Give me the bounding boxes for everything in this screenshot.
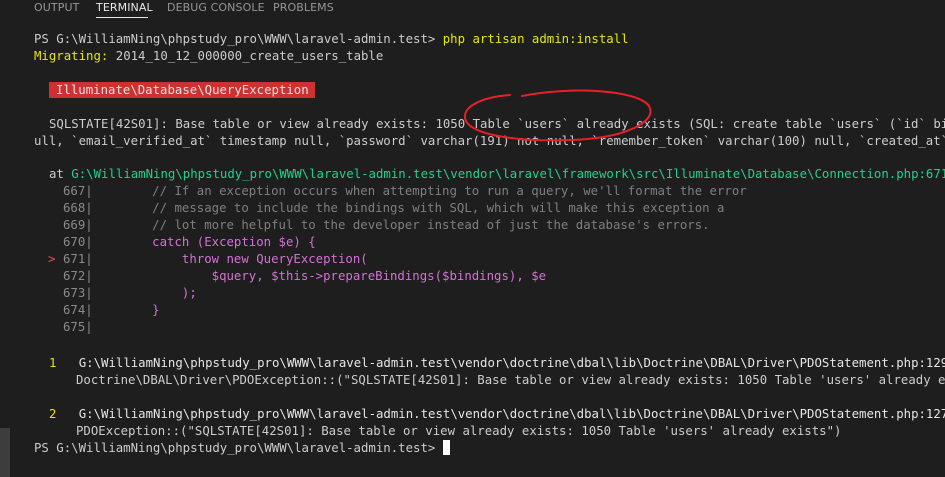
trace-frame-2: 2 G:\WilliamNing\phpstudy_pro\WWW\larave… bbox=[49, 406, 945, 423]
code-text: // message to include the bindings with … bbox=[92, 201, 725, 215]
panel-tab-bar: OUTPUT TERMINAL DEBUG CONSOLE PROBLEMS bbox=[0, 0, 945, 22]
code-line: 673| ); bbox=[48, 285, 197, 302]
line-number: 667 bbox=[63, 184, 86, 198]
trace-detail-2: PDOException::("SQLSTATE[42S01]: Base ta… bbox=[76, 424, 842, 438]
trace-path-link[interactable]: G:\WilliamNing\phpstudy_pro\WWW\laravel-… bbox=[79, 407, 945, 421]
code-text: } bbox=[92, 303, 160, 317]
code-line: 672| $query, $this->prepareBindings($bin… bbox=[48, 268, 546, 285]
line-number: 673 bbox=[63, 286, 86, 300]
at-path-link[interactable]: G:\WilliamNing\phpstudy_pro\WWW\laravel-… bbox=[71, 167, 945, 181]
line-number: 670 bbox=[63, 235, 86, 249]
trace-path-link[interactable]: G:\WilliamNing\phpstudy_pro\WWW\laravel-… bbox=[79, 356, 945, 370]
migrating-label: Migrating: bbox=[34, 49, 109, 63]
trace-frame-1: 1 G:\WilliamNing\phpstudy_pro\WWW\larave… bbox=[49, 355, 945, 372]
code-line: 669| // lot more helpful to the develope… bbox=[48, 217, 710, 234]
line-number: 671 bbox=[63, 252, 86, 266]
gutter-separator: | bbox=[85, 235, 93, 249]
migrating-line: Migrating: 2014_10_12_000000_create_user… bbox=[34, 48, 383, 65]
terminal-output[interactable]: PS G:\WilliamNing\phpstudy_pro\WWW\larav… bbox=[0, 22, 945, 477]
line-number: 675 bbox=[63, 320, 86, 334]
code-text: ); bbox=[92, 286, 197, 300]
final-prompt-line: PS G:\WilliamNing\phpstudy_pro\WWW\larav… bbox=[34, 440, 450, 457]
migrating-value: 2014_10_12_000000_create_users_table bbox=[108, 49, 384, 63]
stack-location: at G:\WilliamNing\phpstudy_pro\WWW\larav… bbox=[49, 166, 945, 183]
code-line: 668| // message to include the bindings … bbox=[48, 200, 724, 217]
prompt: PS G:\WilliamNing\phpstudy_pro\WWW\larav… bbox=[34, 32, 443, 46]
line-number: 668 bbox=[63, 201, 86, 215]
error-message-line-2: ull, `email_verified_at` timestamp null,… bbox=[34, 134, 945, 148]
error-message-line-1: SQLSTATE[42S01]: Base table or view alre… bbox=[49, 117, 945, 131]
tab-problems[interactable]: PROBLEMS bbox=[273, 1, 334, 14]
gutter-separator: | bbox=[85, 269, 93, 283]
gutter-separator: | bbox=[85, 218, 93, 232]
current-line-marker: > bbox=[48, 252, 56, 266]
tab-debug-console[interactable]: DEBUG CONSOLE bbox=[167, 1, 265, 14]
code-line: 670| catch (Exception $e) { bbox=[48, 234, 316, 251]
tab-output[interactable]: OUTPUT bbox=[34, 1, 79, 14]
gutter-separator: | bbox=[85, 184, 93, 198]
code-line: 674| } bbox=[48, 302, 160, 319]
line-number: 674 bbox=[63, 303, 86, 317]
gutter-separator: | bbox=[85, 252, 93, 266]
gutter-separator: | bbox=[85, 320, 93, 334]
code-line: >671| throw new QueryException( bbox=[48, 251, 368, 268]
code-text: catch (Exception $e) { bbox=[92, 235, 316, 249]
exception-class-badge: Illuminate\Database\QueryException bbox=[49, 82, 315, 98]
code-text: // lot more helpful to the developer ins… bbox=[92, 218, 710, 232]
terminal-scrollbar-thumb[interactable] bbox=[0, 428, 10, 477]
code-line: 667| // If an exception occurs when atte… bbox=[48, 183, 747, 200]
terminal-cursor bbox=[442, 440, 450, 455]
command-line: PS G:\WilliamNing\phpstudy_pro\WWW\larav… bbox=[34, 31, 629, 48]
tab-terminal[interactable]: TERMINAL bbox=[96, 1, 153, 14]
command-text: php artisan admin:install bbox=[442, 32, 629, 46]
gutter-separator: | bbox=[85, 201, 93, 215]
code-text: throw new QueryException( bbox=[92, 252, 368, 266]
prompt: PS G:\WilliamNing\phpstudy_pro\WWW\larav… bbox=[34, 441, 443, 455]
gutter-separator: | bbox=[85, 286, 93, 300]
code-line: 675| bbox=[48, 319, 93, 336]
line-number: 672 bbox=[63, 269, 86, 283]
gutter-separator: | bbox=[85, 303, 93, 317]
code-text: // If an exception occurs when attemptin… bbox=[92, 184, 747, 198]
code-text: $query, $this->prepareBindings($bindings… bbox=[92, 269, 547, 283]
trace-detail-1: Doctrine\DBAL\Driver\PDOException::("SQL… bbox=[76, 373, 945, 387]
at-label: at bbox=[49, 167, 72, 181]
line-number: 669 bbox=[63, 218, 86, 232]
active-tab-indicator bbox=[96, 17, 148, 18]
